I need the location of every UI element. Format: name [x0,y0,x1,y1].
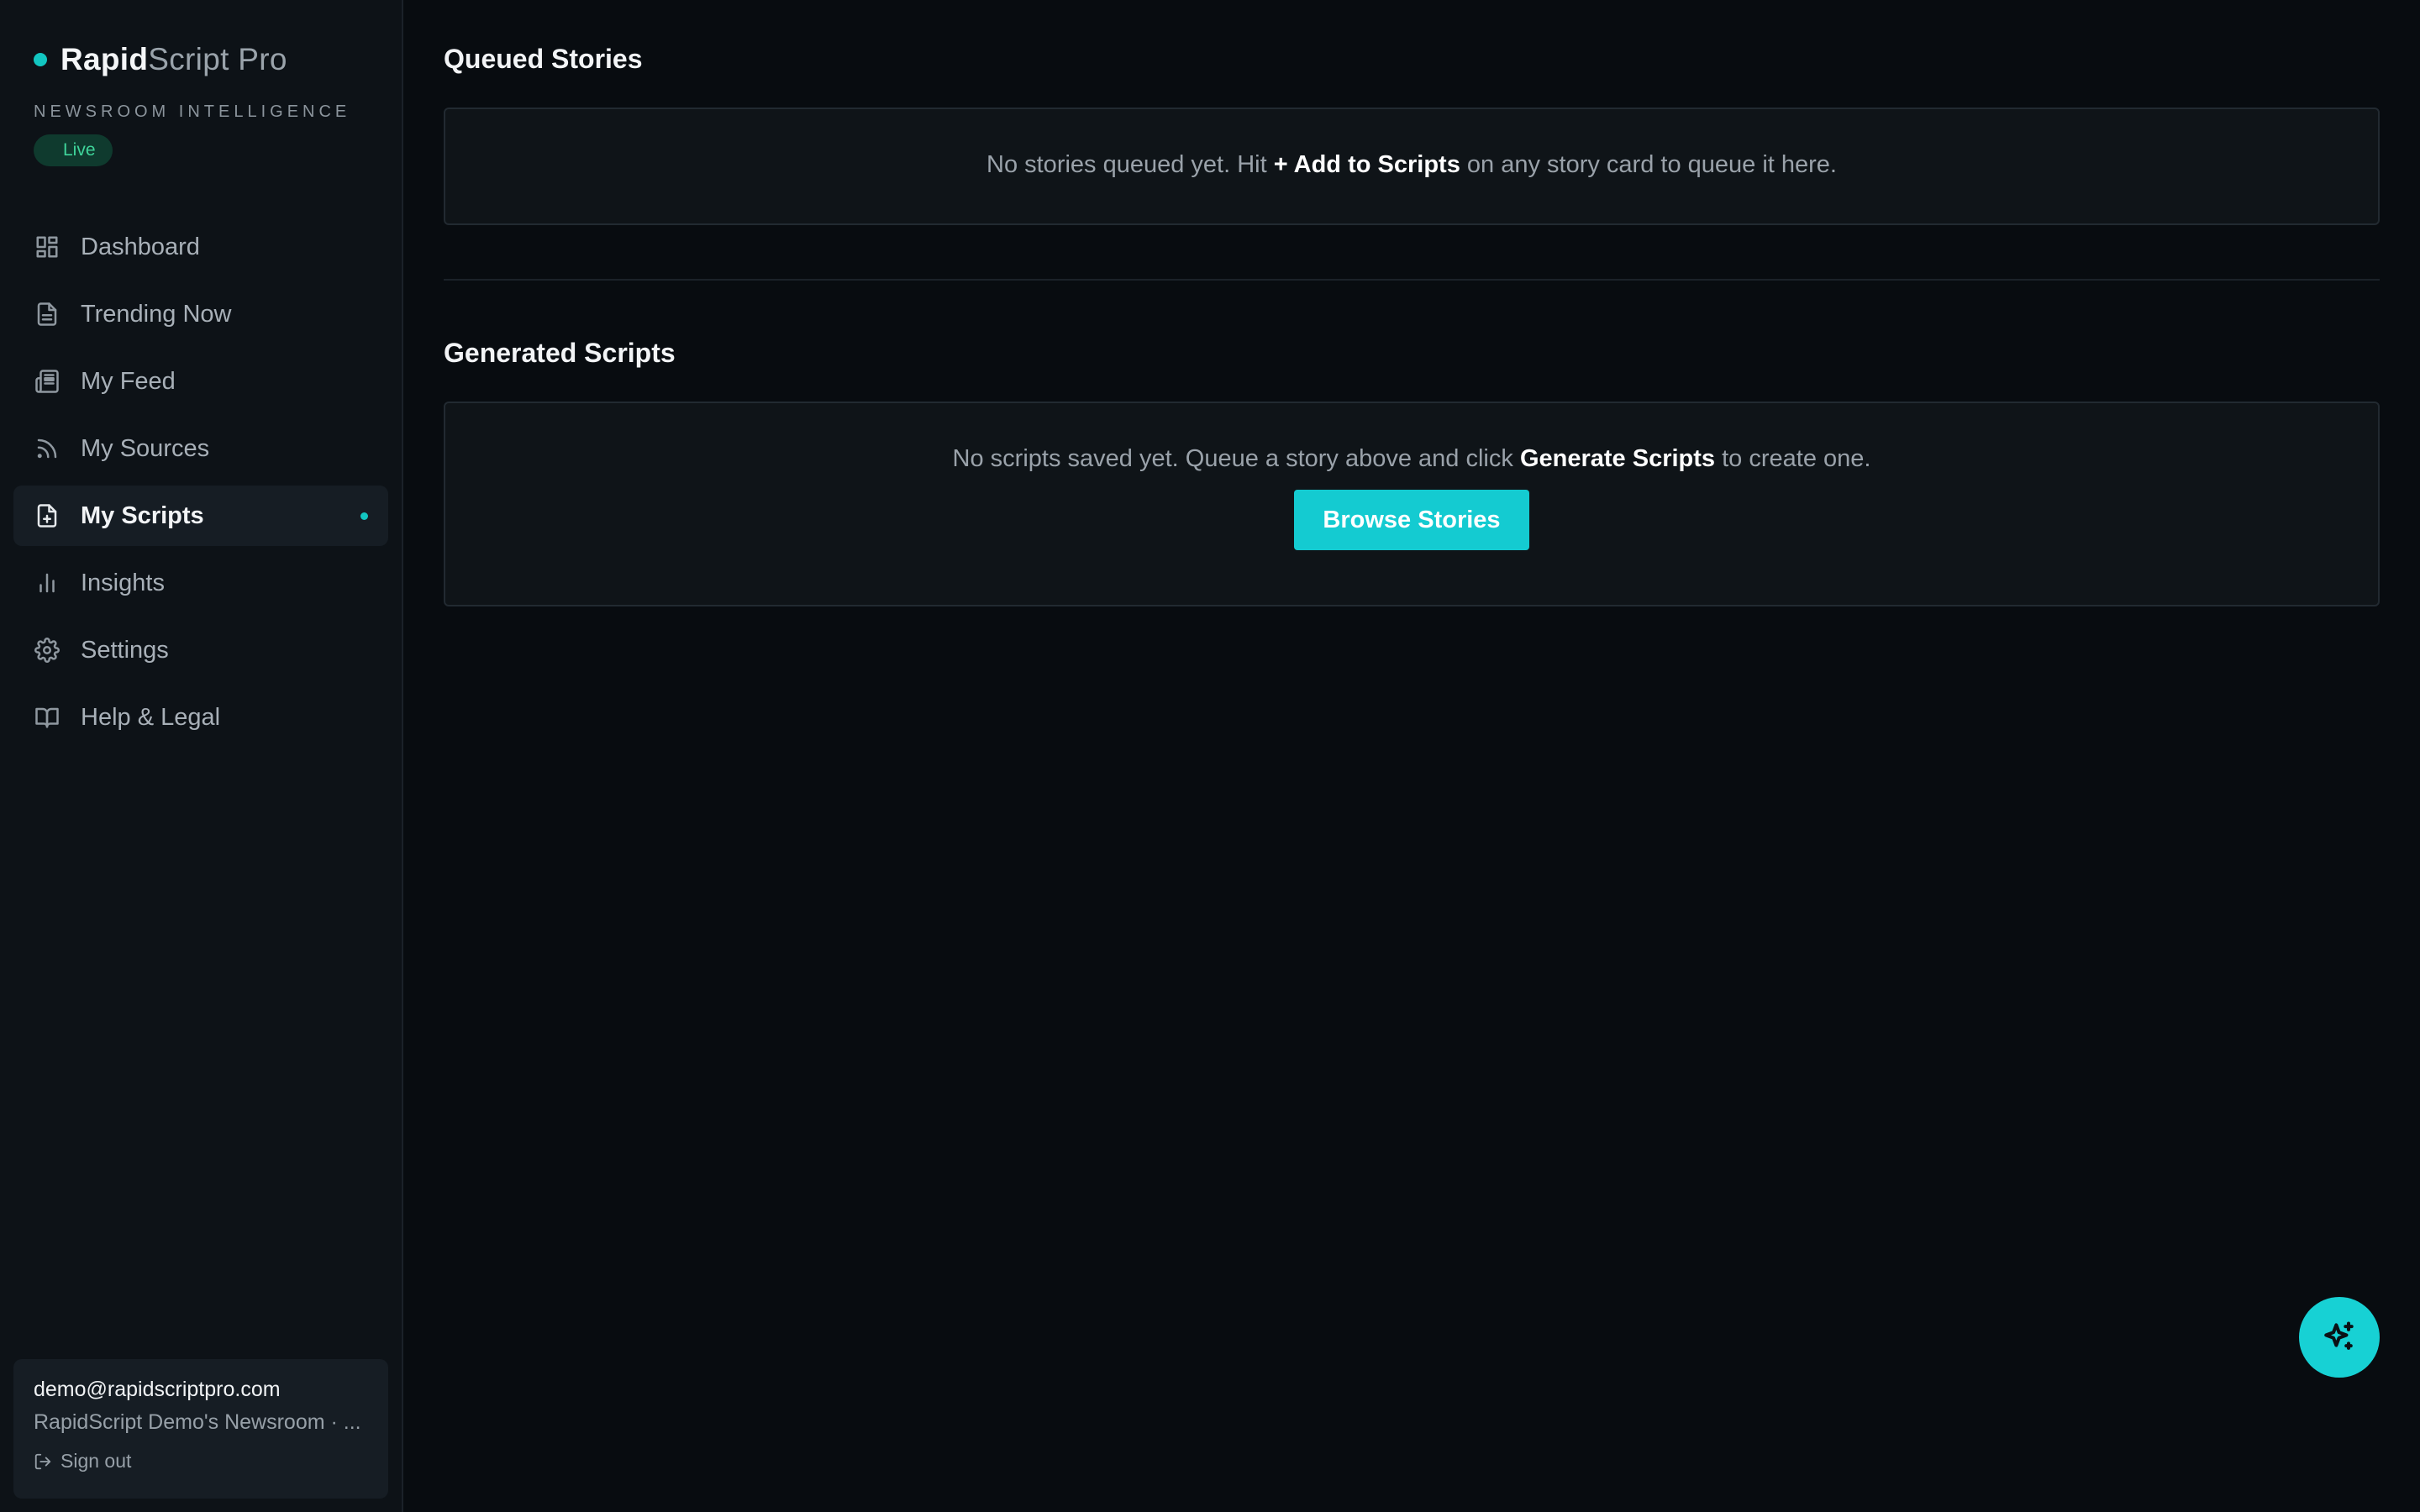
brand-tagline: NEWSROOM INTELLIGENCE [34,102,351,121]
brand-logo[interactable]: RapidScript Pro [34,42,287,77]
queued-stories-empty-card: No stories queued yet. Hit + Add to Scri… [444,108,2380,225]
sign-out-icon [34,1453,51,1469]
brand-name: RapidScript Pro [60,42,287,77]
sidebar-item-label: My Sources [81,434,210,462]
main-content: Queued Stories No stories queued yet. Hi… [444,0,2380,1512]
queued-empty-prefix: No stories queued yet. Hit [986,151,1274,178]
rss-icon [34,435,60,462]
account-panel: demo@rapidscriptpro.com RapidScript Demo… [13,1359,388,1499]
generated-empty-prefix: No scripts saved yet. Queue a story abov… [952,445,1520,472]
sidebar-item-trending-now[interactable]: Trending Now [13,284,388,344]
active-indicator-dot [360,512,368,520]
generate-scripts-hint: Generate Scripts [1519,445,1716,472]
sidebar-item-my-scripts[interactable]: My Scripts [13,486,388,546]
browse-stories-button[interactable]: Browse Stories [1294,490,1529,550]
sidebar-item-label: Settings [81,636,169,664]
queued-empty-suffix: on any story card to queue it here. [1460,151,1837,178]
sidebar-item-my-sources[interactable]: My Sources [13,418,388,479]
file-plus-icon [34,502,60,529]
brand-status-dot [34,53,47,66]
brand-name-part1: Rapid [60,42,149,76]
sidebar-nav: Dashboard Trending Now My Feed My Source… [13,217,388,754]
sidebar-item-label: My Feed [81,367,176,395]
queued-stories-title: Queued Stories [444,44,643,74]
generated-empty-message: No scripts saved yet. Queue a story abov… [445,445,2378,473]
add-to-scripts-hint: + Add to Scripts [1273,151,1460,178]
newspaper-icon [34,368,60,395]
gear-icon [34,637,60,664]
generated-scripts-title: Generated Scripts [444,338,676,368]
brand-name-part2: Script Pro [148,42,287,76]
sidebar-item-label: Insights [81,569,165,596]
dashboard-icon [34,234,60,260]
app-window: RapidScript Pro NEWSROOM INTELLIGENCE Li… [0,0,2420,1512]
sidebar-item-dashboard[interactable]: Dashboard [13,217,388,277]
sidebar-item-label: My Scripts [81,501,204,529]
sign-out-label: Sign out [60,1450,132,1472]
bar-chart-icon [34,570,60,596]
sparkles-icon [2324,1321,2354,1350]
sidebar-item-label: Help & Legal [81,703,221,731]
ai-assistant-button[interactable] [2299,1297,2380,1378]
account-email: demo@rapidscriptpro.com [34,1378,281,1401]
book-icon [34,704,60,731]
queued-empty-message: No stories queued yet. Hit + Add to Scri… [445,151,2378,179]
sign-out-button[interactable]: Sign out [34,1450,368,1473]
account-org: RapidScript Demo's Newsroom · ... [34,1410,361,1434]
sidebar-item-insights[interactable]: Insights [13,553,388,613]
generated-scripts-empty-card: No scripts saved yet. Queue a story abov… [444,402,2380,606]
sidebar-item-label: Dashboard [81,233,200,260]
sidebar-item-help-legal[interactable]: Help & Legal [13,687,388,748]
section-divider [444,279,2380,281]
sidebar-item-my-feed[interactable]: My Feed [13,351,388,412]
live-status-badge: Live [34,134,113,166]
document-icon [34,301,60,328]
sidebar-item-label: Trending Now [81,300,232,328]
sidebar: RapidScript Pro NEWSROOM INTELLIGENCE Li… [0,0,403,1512]
generated-empty-suffix: to create one. [1715,445,1871,472]
sidebar-item-settings[interactable]: Settings [13,620,388,680]
